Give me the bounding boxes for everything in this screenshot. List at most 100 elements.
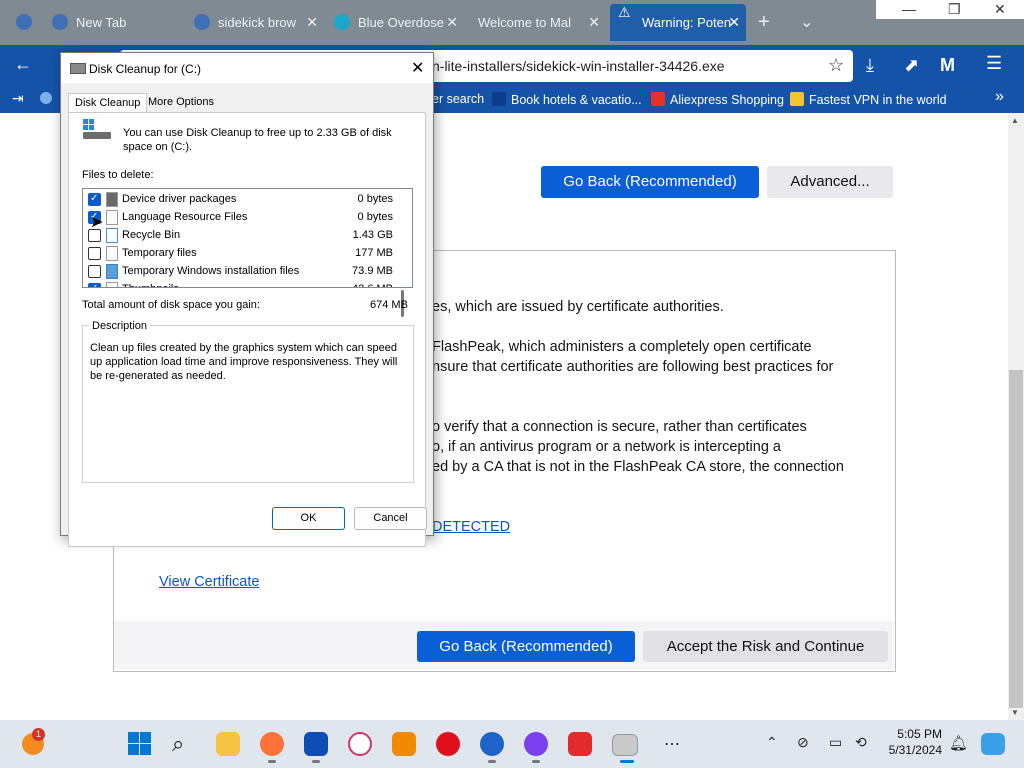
sync-icon[interactable]: ⟲ <box>855 734 867 751</box>
site-icon <box>334 14 350 30</box>
dialog-titlebar[interactable]: Disk Cleanup for (C:) ✕ <box>61 53 433 83</box>
cancel-button[interactable]: Cancel <box>354 507 427 530</box>
bookmark-label: Fastest VPN in the world <box>809 93 947 107</box>
file-name: Language Resource Files <box>122 211 248 223</box>
close-window-icon[interactable]: ✕ <box>994 0 1006 19</box>
tab-close-icon[interactable]: ✕ <box>446 4 458 41</box>
firefox-view-button[interactable] <box>8 4 38 41</box>
tab-blue-overdose[interactable]: Blue Overdose ✕ <box>326 4 464 41</box>
downloads-icon[interactable]: ⤓ <box>866 55 874 76</box>
file-icon <box>106 246 118 261</box>
window-controls: — ❐ ✕ <box>876 0 1024 19</box>
show-hidden-icons-chevron-icon[interactable]: ⌃ <box>766 734 778 751</box>
checkbox-thumbnails[interactable] <box>88 280 101 287</box>
mouse-cursor-icon: ➤ <box>90 214 104 231</box>
vlc-icon[interactable] <box>392 732 416 756</box>
new-tab-plus-icon[interactable]: + <box>758 4 782 41</box>
bookmark-label: Aliexpress Shopping <box>670 93 784 107</box>
bookmark-search[interactable]: er search <box>432 92 484 106</box>
list-item[interactable]: Thumbnails 42.6 MB <box>83 280 401 287</box>
dialog-close-icon[interactable]: ✕ <box>411 58 424 78</box>
error-code-link[interactable]: DETECTED <box>432 519 510 535</box>
more-apps-icon[interactable]: ⋯ <box>664 734 680 754</box>
malwarebytes-icon[interactable]: M <box>940 55 955 76</box>
advanced-button[interactable]: Advanced... <box>767 166 893 198</box>
tab-close-icon[interactable]: ✕ <box>306 4 318 41</box>
page-scrollbar-thumb[interactable] <box>1009 370 1023 708</box>
notification-bell-icon[interactable]: 🔔︎ <box>949 734 968 752</box>
warning-icon: ⚠ <box>618 4 631 20</box>
checkbox-temporary-files[interactable] <box>88 247 101 260</box>
tab-close-icon[interactable]: ✕ <box>728 4 740 41</box>
browser-app-icon[interactable] <box>524 732 548 756</box>
list-item[interactable]: Language Resource Files 0 bytes <box>83 208 401 226</box>
vivaldi-icon[interactable] <box>568 732 592 756</box>
restore-icon[interactable]: ❐ <box>948 0 961 19</box>
file-explorer-icon[interactable] <box>216 732 240 756</box>
extensions-icon[interactable]: ⬈ <box>904 55 919 76</box>
scroll-down-icon[interactable]: ▼ <box>1011 708 1019 717</box>
opera-gx-icon[interactable] <box>348 732 372 756</box>
tab-label: sidekick brow <box>218 15 297 30</box>
opera-icon[interactable] <box>436 732 460 756</box>
sign-in-icon[interactable]: ⇥ <box>12 90 24 107</box>
copilot-icon[interactable] <box>981 733 1005 755</box>
scroll-up-icon[interactable]: ▲ <box>1011 116 1019 125</box>
bookmarks-overflow-chevron-icon[interactable]: » <box>995 88 1004 106</box>
disk-cleanup-taskbar-icon[interactable] <box>612 734 638 756</box>
malwarebytes-app-icon[interactable] <box>304 732 328 756</box>
view-certificate-link[interactable]: View Certificate <box>159 574 259 590</box>
globe-icon[interactable] <box>40 92 52 104</box>
file-size: 0 bytes <box>357 193 393 205</box>
driver-icon <box>106 192 118 207</box>
search-icon[interactable]: ⌕ <box>172 732 196 756</box>
ok-button[interactable]: OK <box>272 507 345 530</box>
bookmark-star-icon[interactable]: ☆ <box>828 55 844 76</box>
description-text: Clean up files created by the graphics s… <box>90 342 398 382</box>
list-all-tabs-chevron-icon[interactable]: ⌄ <box>800 4 828 41</box>
panel-text-line: ed by a CA that is not in the FlashPeak … <box>432 459 844 475</box>
total-label: Total amount of disk space you gain: <box>82 299 260 311</box>
go-back-button[interactable]: Go Back (Recommended) <box>541 166 759 198</box>
list-item[interactable]: Recycle Bin 1.43 GB <box>83 226 401 244</box>
tab-disk-cleanup[interactable]: Disk Cleanup <box>68 93 148 113</box>
network-icon[interactable]: ⊘ <box>797 734 809 751</box>
tab-warning[interactable]: ⚠ Warning: Poten ✕ <box>610 4 746 41</box>
file-name: Temporary Windows installation files <box>122 265 300 277</box>
bookmark-aliexpress[interactable]: Aliexpress Shopping <box>651 92 784 107</box>
files-list[interactable]: Device driver packages 0 bytes Language … <box>82 188 413 288</box>
description-label: Description <box>89 320 151 332</box>
list-item[interactable]: Temporary Windows installation files 73.… <box>83 262 401 280</box>
tab-sidekick[interactable]: sidekick brow ✕ <box>186 4 324 41</box>
browser-app-icon[interactable] <box>480 732 504 756</box>
aliexpress-icon <box>651 92 665 106</box>
bookmark-vpn[interactable]: Fastest VPN in the world <box>790 92 947 107</box>
bookmark-label: Book hotels & vacatio... <box>511 93 642 107</box>
list-item[interactable]: Device driver packages 0 bytes <box>83 190 401 208</box>
clock-time[interactable]: 5:05 PM <box>886 727 942 741</box>
list-item[interactable]: Temporary files 177 MB <box>83 244 401 262</box>
tab-close-icon[interactable]: ✕ <box>588 4 600 41</box>
firefox-icon[interactable] <box>260 732 284 756</box>
url-text[interactable]: n-lite-installers/sidekick-win-installer… <box>432 58 725 74</box>
back-arrow-icon[interactable]: ← <box>14 54 32 75</box>
menu-hamburger-icon[interactable]: ☰ <box>986 53 1002 74</box>
tab-welcome[interactable]: Welcome to Mal ✕ <box>466 4 606 41</box>
tab-label: New Tab <box>76 15 127 30</box>
tab-strip: New Tab sidekick brow ✕ Blue Overdose ✕ … <box>0 0 1024 45</box>
clock-date[interactable]: 5/31/2024 <box>880 743 942 757</box>
tab-new-tab[interactable]: New Tab <box>44 4 186 41</box>
taskbar <box>0 720 1024 768</box>
globe-icon <box>16 14 32 30</box>
panel-text-line: es, which are issued by certificate auth… <box>432 299 724 315</box>
globe-icon <box>52 14 68 30</box>
display-icon[interactable]: ▭ <box>829 734 842 751</box>
checkbox-temp-windows-install[interactable] <box>88 265 101 278</box>
windows-start-icon[interactable] <box>128 732 152 756</box>
go-back-bottom-button[interactable]: Go Back (Recommended) <box>417 631 635 662</box>
checkbox-device-driver[interactable] <box>88 190 101 208</box>
minimize-icon[interactable]: — <box>902 0 916 19</box>
accept-risk-button[interactable]: Accept the Risk and Continue <box>643 631 888 662</box>
bookmark-booking[interactable]: Book hotels & vacatio... <box>492 92 642 107</box>
tab-more-options[interactable]: More Options <box>142 93 220 112</box>
